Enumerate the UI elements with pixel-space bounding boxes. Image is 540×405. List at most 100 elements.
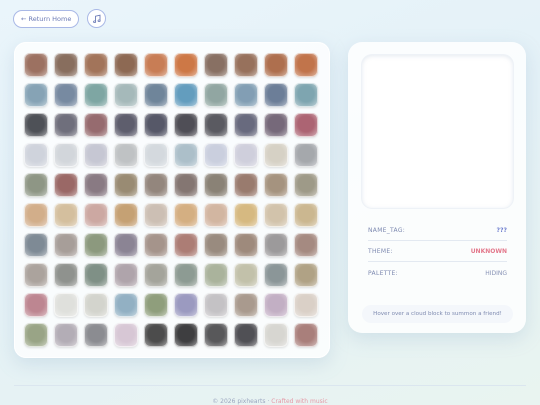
cloud-block[interactable] bbox=[294, 143, 318, 167]
cloud-block[interactable] bbox=[174, 293, 198, 317]
cloud-block[interactable] bbox=[54, 113, 78, 137]
cloud-block[interactable] bbox=[144, 143, 168, 167]
cloud-block[interactable] bbox=[144, 233, 168, 257]
cloud-block[interactable] bbox=[144, 53, 168, 77]
cloud-block[interactable] bbox=[204, 83, 228, 107]
cloud-block[interactable] bbox=[144, 323, 168, 347]
cloud-block[interactable] bbox=[84, 233, 108, 257]
cloud-block[interactable] bbox=[24, 233, 48, 257]
cloud-block[interactable] bbox=[234, 323, 258, 347]
cloud-block[interactable] bbox=[264, 203, 288, 227]
cloud-block[interactable] bbox=[84, 83, 108, 107]
cloud-block[interactable] bbox=[24, 293, 48, 317]
cloud-block[interactable] bbox=[204, 173, 228, 197]
cloud-block[interactable] bbox=[114, 143, 138, 167]
cloud-block[interactable] bbox=[234, 173, 258, 197]
cloud-block[interactable] bbox=[84, 263, 108, 287]
cloud-block[interactable] bbox=[114, 203, 138, 227]
cloud-block[interactable] bbox=[54, 263, 78, 287]
cloud-block[interactable] bbox=[114, 233, 138, 257]
cloud-block[interactable] bbox=[114, 83, 138, 107]
cloud-block[interactable] bbox=[174, 323, 198, 347]
cloud-block[interactable] bbox=[54, 173, 78, 197]
cloud-block[interactable] bbox=[54, 233, 78, 257]
cloud-block[interactable] bbox=[294, 113, 318, 137]
cloud-block[interactable] bbox=[234, 293, 258, 317]
cloud-block[interactable] bbox=[54, 83, 78, 107]
cloud-block[interactable] bbox=[24, 143, 48, 167]
cloud-block[interactable] bbox=[24, 323, 48, 347]
cloud-block[interactable] bbox=[84, 113, 108, 137]
cloud-block[interactable] bbox=[24, 113, 48, 137]
cloud-block[interactable] bbox=[294, 83, 318, 107]
cloud-block[interactable] bbox=[234, 203, 258, 227]
cloud-block[interactable] bbox=[294, 293, 318, 317]
cloud-block[interactable] bbox=[144, 113, 168, 137]
cloud-block[interactable] bbox=[174, 233, 198, 257]
cloud-block[interactable] bbox=[204, 263, 228, 287]
footer-crafted-link[interactable]: Crafted with music bbox=[271, 398, 327, 405]
cloud-block[interactable] bbox=[174, 143, 198, 167]
cloud-block[interactable] bbox=[54, 53, 78, 77]
cloud-block[interactable] bbox=[234, 83, 258, 107]
cloud-block[interactable] bbox=[204, 323, 228, 347]
cloud-block[interactable] bbox=[24, 173, 48, 197]
cloud-block[interactable] bbox=[114, 323, 138, 347]
cloud-block[interactable] bbox=[174, 53, 198, 77]
cloud-block[interactable] bbox=[204, 143, 228, 167]
cloud-block[interactable] bbox=[294, 263, 318, 287]
cloud-block[interactable] bbox=[294, 233, 318, 257]
cloud-block[interactable] bbox=[144, 203, 168, 227]
cloud-block[interactable] bbox=[264, 53, 288, 77]
cloud-block[interactable] bbox=[54, 323, 78, 347]
cloud-block[interactable] bbox=[204, 233, 228, 257]
cloud-block[interactable] bbox=[174, 113, 198, 137]
cloud-block[interactable] bbox=[144, 263, 168, 287]
cloud-block[interactable] bbox=[234, 113, 258, 137]
cloud-block[interactable] bbox=[204, 203, 228, 227]
cloud-block[interactable] bbox=[294, 323, 318, 347]
cloud-block[interactable] bbox=[84, 203, 108, 227]
cloud-block[interactable] bbox=[114, 53, 138, 77]
cloud-block[interactable] bbox=[264, 173, 288, 197]
return-home-button[interactable]: ← Return Home bbox=[13, 9, 80, 28]
cloud-block[interactable] bbox=[204, 293, 228, 317]
cloud-block[interactable] bbox=[294, 203, 318, 227]
cloud-block[interactable] bbox=[84, 293, 108, 317]
cloud-block[interactable] bbox=[24, 53, 48, 77]
cloud-block[interactable] bbox=[234, 263, 258, 287]
cloud-block[interactable] bbox=[24, 263, 48, 287]
cloud-block[interactable] bbox=[84, 323, 108, 347]
cloud-block[interactable] bbox=[264, 113, 288, 137]
cloud-block[interactable] bbox=[174, 203, 198, 227]
cloud-block[interactable] bbox=[84, 173, 108, 197]
cloud-block[interactable] bbox=[264, 83, 288, 107]
cloud-block[interactable] bbox=[204, 113, 228, 137]
cloud-block[interactable] bbox=[234, 53, 258, 77]
cloud-block[interactable] bbox=[294, 53, 318, 77]
cloud-block[interactable] bbox=[174, 173, 198, 197]
cloud-block[interactable] bbox=[24, 203, 48, 227]
cloud-block[interactable] bbox=[264, 323, 288, 347]
cloud-block[interactable] bbox=[114, 113, 138, 137]
cloud-block[interactable] bbox=[264, 263, 288, 287]
cloud-block[interactable] bbox=[54, 143, 78, 167]
cloud-block[interactable] bbox=[144, 293, 168, 317]
cloud-block[interactable] bbox=[234, 233, 258, 257]
cloud-block[interactable] bbox=[54, 203, 78, 227]
cloud-block[interactable] bbox=[54, 293, 78, 317]
cloud-block[interactable] bbox=[264, 233, 288, 257]
music-toggle-button[interactable] bbox=[87, 9, 107, 28]
cloud-block[interactable] bbox=[114, 173, 138, 197]
cloud-block[interactable] bbox=[114, 263, 138, 287]
cloud-block[interactable] bbox=[264, 143, 288, 167]
cloud-block[interactable] bbox=[174, 83, 198, 107]
cloud-block[interactable] bbox=[204, 53, 228, 77]
cloud-block[interactable] bbox=[114, 293, 138, 317]
cloud-block[interactable] bbox=[234, 143, 258, 167]
cloud-block[interactable] bbox=[144, 83, 168, 107]
cloud-block[interactable] bbox=[264, 293, 288, 317]
cloud-block[interactable] bbox=[174, 263, 198, 287]
cloud-block[interactable] bbox=[294, 173, 318, 197]
cloud-block[interactable] bbox=[84, 143, 108, 167]
